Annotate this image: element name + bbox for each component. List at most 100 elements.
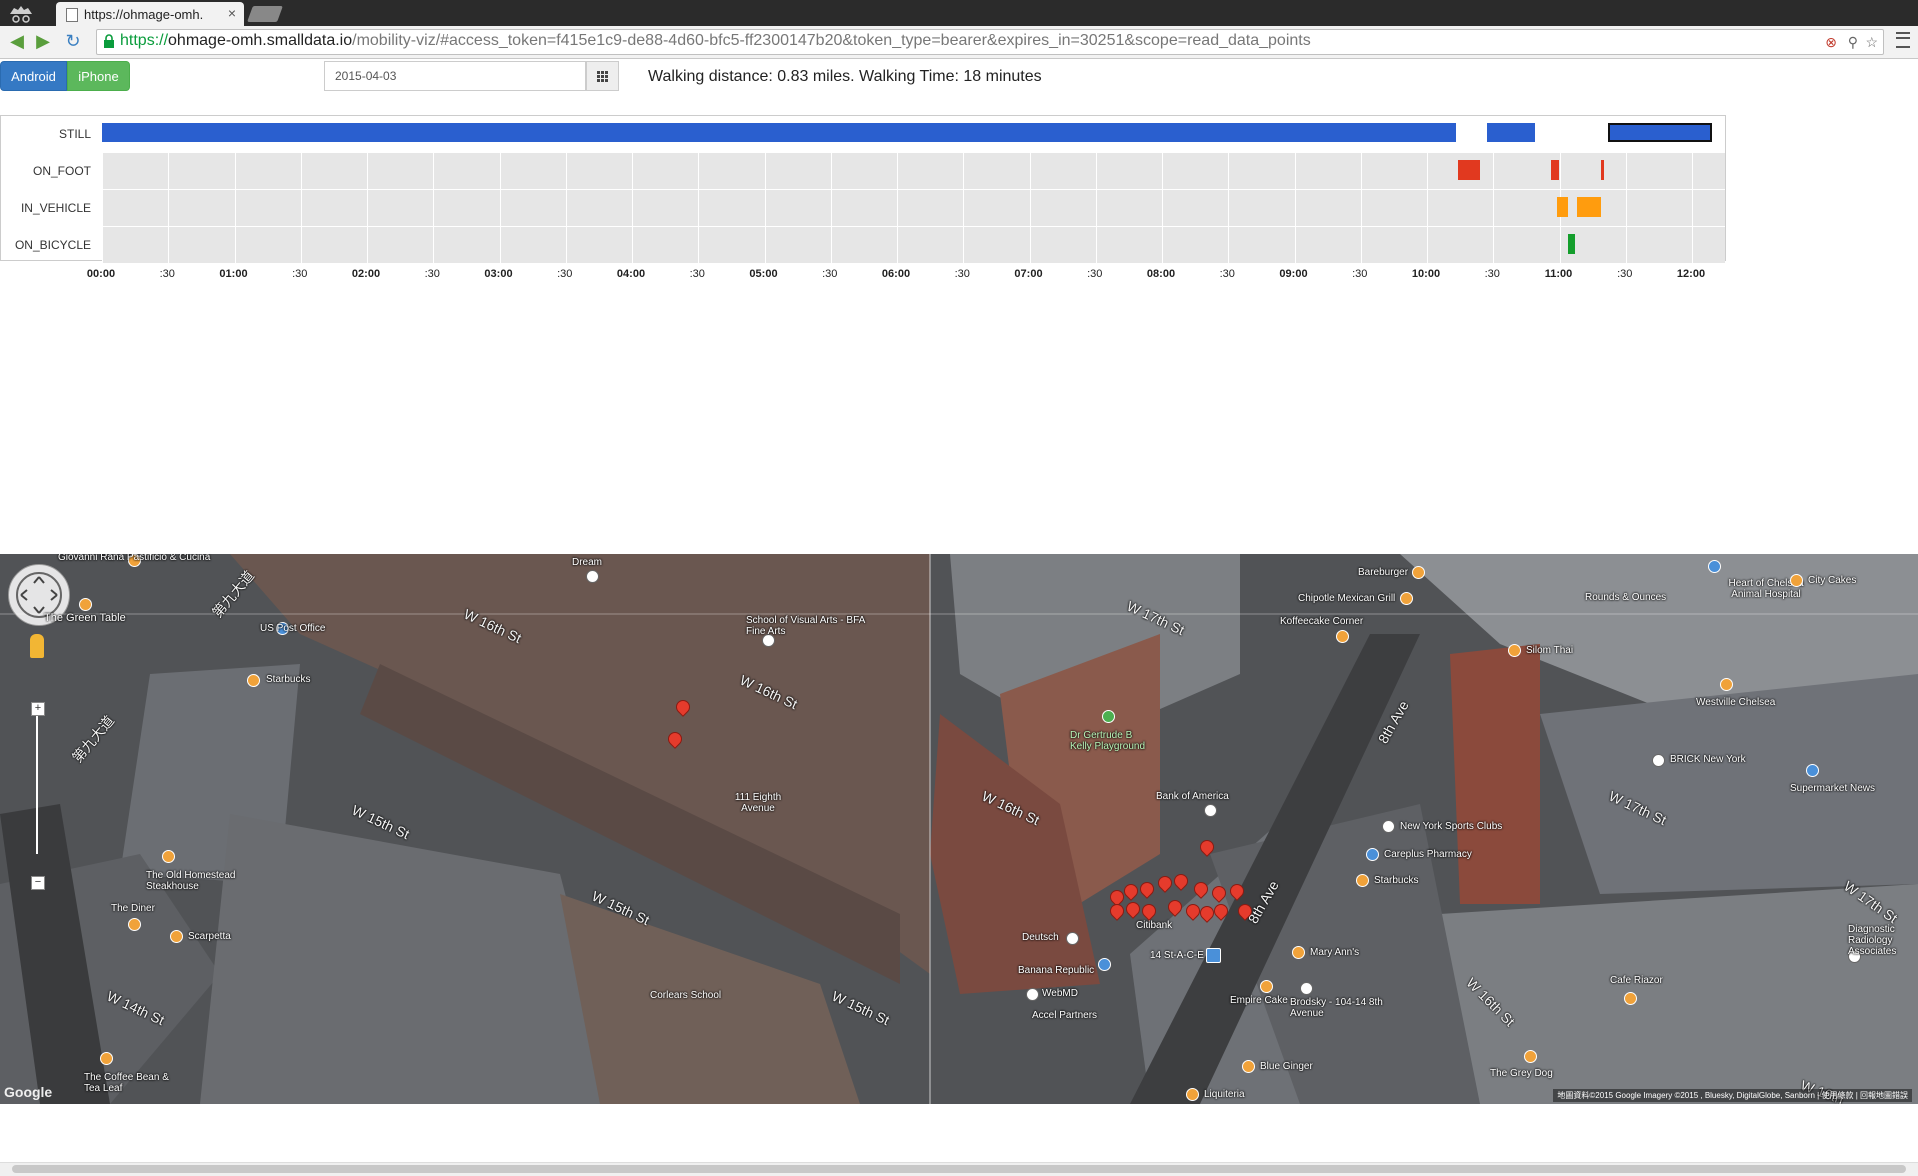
restaurant-marker-icon[interactable] <box>1400 592 1413 605</box>
place-marker-icon[interactable] <box>1300 982 1313 995</box>
park-marker-icon[interactable] <box>1102 710 1115 723</box>
timeline-gridline <box>1559 227 1561 263</box>
timeline-tick-label: 09:00 <box>1279 268 1308 280</box>
restaurant-marker-icon[interactable] <box>1242 1060 1255 1073</box>
timeline-gridline <box>1625 153 1627 189</box>
timeline-gridline <box>963 227 965 263</box>
timeline-tick-label: 08:00 <box>1146 268 1176 280</box>
timeline-gridline <box>1294 227 1296 263</box>
zoom-icon[interactable]: ⚲ <box>1848 34 1858 51</box>
pharmacy-marker-icon[interactable] <box>1366 848 1379 861</box>
date-input[interactable] <box>324 61 586 91</box>
subway-marker-icon[interactable] <box>1206 948 1221 963</box>
chrome-menu-icon[interactable] <box>1896 32 1910 48</box>
horizontal-scrollbar[interactable] <box>0 1162 1918 1176</box>
timeline-row: STILL <box>1 116 1725 152</box>
satellite-map[interactable]: + − W 16th St W 16th St W 15th St W 15th… <box>0 554 1918 1104</box>
place-label: Accel Partners <box>1032 1010 1098 1021</box>
place-label: Cafe Riazor <box>1610 975 1663 986</box>
place-marker-icon[interactable] <box>1026 988 1039 1001</box>
zoom-in-button[interactable]: + <box>31 702 45 716</box>
browser-tab-strip: https://ohmage-omh. × <box>0 0 1918 26</box>
gym-marker-icon[interactable] <box>1382 820 1395 833</box>
timeline-gridline <box>433 190 435 226</box>
place-label: New York Sports Clubs <box>1400 821 1503 832</box>
zoom-slider-track[interactable] <box>36 704 38 854</box>
timeline-gridline <box>963 190 965 226</box>
forward-arrow-icon[interactable]: ▶ <box>32 30 54 52</box>
map-attribution[interactable]: 地圖資料©2015 Google Imagery ©2015 , Bluesky… <box>1553 1089 1912 1102</box>
restaurant-marker-icon[interactable] <box>1292 946 1305 959</box>
timeline-gridline <box>897 227 898 263</box>
browser-tab[interactable]: https://ohmage-omh. × <box>56 2 244 26</box>
timeline-gridline <box>168 190 170 226</box>
cafe-marker-icon[interactable] <box>1624 992 1637 1005</box>
scrollbar-thumb[interactable] <box>12 1165 1906 1173</box>
cafe-marker-icon[interactable] <box>1790 574 1803 587</box>
timeline-gridline <box>698 190 700 226</box>
bank-marker-icon[interactable] <box>1204 804 1217 817</box>
android-button[interactable]: Android <box>0 61 67 91</box>
bookmark-star-icon[interactable]: ☆ <box>1865 34 1878 51</box>
place-label: 14 St-A-C-E <box>1150 950 1204 961</box>
cafe-marker-icon[interactable] <box>1260 980 1273 993</box>
activity-segment-in_vehicle[interactable] <box>1577 197 1602 217</box>
back-arrow-icon[interactable]: ◀ <box>6 30 28 52</box>
timeline-tick-label: :30 <box>1617 268 1633 280</box>
iphone-button[interactable]: iPhone <box>67 61 130 91</box>
place-label: School of Visual Arts - BFA Fine Arts <box>746 615 865 637</box>
restaurant-marker-icon[interactable] <box>128 918 141 931</box>
close-tab-icon[interactable]: × <box>228 5 236 21</box>
place-label: Corlears School <box>650 990 722 1001</box>
timeline-gridline <box>234 227 236 263</box>
activity-segment-on_foot[interactable] <box>1457 160 1480 180</box>
shop-marker-icon[interactable] <box>1806 764 1819 777</box>
timeline-gridline <box>897 153 898 189</box>
activity-segment-on_bicycle[interactable] <box>1568 234 1575 254</box>
restaurant-marker-icon[interactable] <box>162 850 175 863</box>
zoom-out-button[interactable]: − <box>31 876 45 890</box>
address-bar[interactable]: https://ohmage-omh.smalldata.io/mobility… <box>96 29 1884 55</box>
activity-segment-in_vehicle[interactable] <box>1557 197 1569 217</box>
place-marker-icon[interactable] <box>1652 754 1665 767</box>
calendar-button[interactable] <box>586 61 619 91</box>
restaurant-marker-icon[interactable] <box>1508 644 1521 657</box>
activity-segment-still[interactable] <box>1608 123 1712 142</box>
place-label: Liquiteria <box>1204 1089 1245 1100</box>
place-marker-icon[interactable] <box>586 570 599 583</box>
restaurant-marker-icon[interactable] <box>170 930 183 943</box>
cafe-marker-icon[interactable] <box>1356 874 1369 887</box>
reload-icon[interactable]: ↻ <box>62 30 84 52</box>
timeline-gridline <box>698 227 700 263</box>
cafe-marker-icon[interactable] <box>1336 630 1349 643</box>
activity-segment-still[interactable] <box>1486 123 1536 142</box>
activity-segment-still[interactable] <box>102 123 1456 142</box>
blocked-popup-icon[interactable]: ⊗ <box>1825 34 1837 51</box>
new-tab-button[interactable] <box>247 6 283 22</box>
activity-segment-on_foot[interactable] <box>1550 160 1560 180</box>
cafe-marker-icon[interactable] <box>1186 1088 1199 1101</box>
cafe-marker-icon[interactable] <box>1524 1050 1537 1063</box>
timeline-gridline <box>499 190 501 226</box>
shop-marker-icon[interactable] <box>1098 958 1111 971</box>
timeline-tick-label: 01:00 <box>219 268 248 280</box>
timeline-tick-label: :30 <box>159 268 175 280</box>
timeline-gridline <box>1427 227 1428 263</box>
animal-hospital-marker-icon[interactable] <box>1708 560 1721 573</box>
place-label: Bareburger <box>1358 567 1409 578</box>
place-label: Starbucks <box>1374 875 1419 886</box>
cafe-marker-icon[interactable] <box>247 674 260 687</box>
place-marker-icon[interactable] <box>1066 932 1079 945</box>
timeline-gridline <box>1095 153 1097 189</box>
street-view-pegman-icon[interactable] <box>30 634 44 658</box>
tab-title: https://ohmage-omh. <box>84 7 204 22</box>
timeline-gridline <box>1559 153 1561 189</box>
page-favicon-icon <box>66 8 78 22</box>
restaurant-marker-icon[interactable] <box>79 598 92 611</box>
activity-segment-on_foot[interactable] <box>1601 160 1605 180</box>
cafe-marker-icon[interactable] <box>100 1052 113 1065</box>
timeline-gridline <box>1228 153 1230 189</box>
restaurant-marker-icon[interactable] <box>1720 678 1733 691</box>
restaurant-marker-icon[interactable] <box>1412 566 1425 579</box>
timeline-row-label: ON_BICYCLE <box>14 238 91 252</box>
